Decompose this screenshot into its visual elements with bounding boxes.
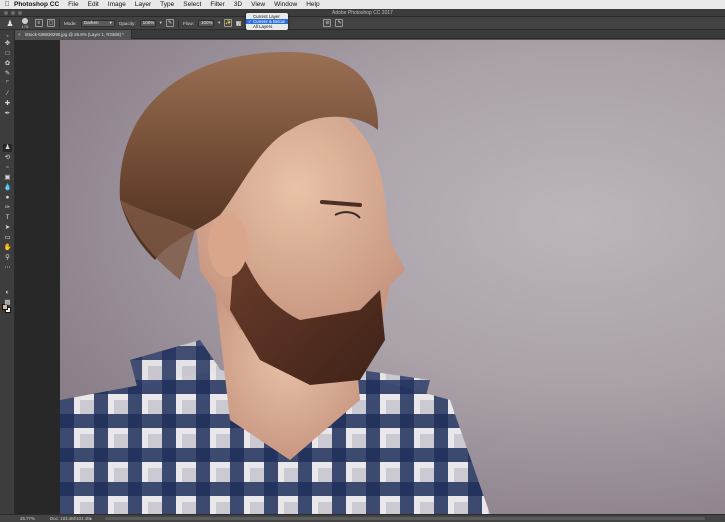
mode-label: Mode:: [64, 20, 77, 26]
portrait-photo: [60, 51, 490, 514]
opacity-label: Opacity:: [118, 20, 136, 26]
menu-type[interactable]: Type: [160, 1, 174, 8]
blur-icon[interactable]: 💧: [3, 184, 12, 192]
brush-settings-icon[interactable]: ≡: [35, 19, 43, 27]
divider: [177, 18, 179, 28]
opacity-value: 100%: [142, 20, 155, 25]
menu-help[interactable]: Help: [306, 1, 319, 8]
mode-dropdown[interactable]: Darken ▾: [80, 19, 115, 27]
quick-mask-icon[interactable]: ◐: [3, 289, 12, 297]
clone-stamp-preset-icon[interactable]: ♟: [5, 18, 15, 28]
menu-view[interactable]: View: [251, 1, 265, 8]
horizontal-scrollbar[interactable]: [105, 517, 705, 520]
move-icon[interactable]: ✥: [3, 40, 12, 48]
clone-stamp-icon[interactable]: ♟: [3, 144, 12, 152]
brush-size-value: 175: [21, 23, 29, 29]
type-icon[interactable]: T: [3, 214, 12, 222]
sample-option-all-layers[interactable]: All Layers: [246, 24, 288, 29]
flow-value: 100%: [200, 20, 213, 25]
lasso-icon[interactable]: ✿: [3, 60, 12, 68]
pressure-opacity-icon[interactable]: ✎: [165, 19, 174, 27]
quick-select-icon[interactable]: ✎: [3, 70, 12, 78]
document-size: Doc: 103.4M/103.4M: [50, 516, 91, 521]
hand-icon[interactable]: ✋: [3, 244, 12, 252]
window-title: Adobe Photoshop CC 2017: [332, 10, 393, 16]
opacity-field[interactable]: 100%: [139, 19, 156, 27]
menu-layer[interactable]: Layer: [135, 1, 151, 8]
divider: [59, 18, 60, 28]
title-bar: Adobe Photoshop CC 2017: [0, 9, 725, 17]
flow-field[interactable]: 100%: [197, 19, 214, 27]
menu-window[interactable]: Window: [274, 1, 297, 8]
mode-value: Darken: [83, 20, 99, 25]
flow-label: Flow:: [182, 20, 194, 26]
chevron-down-icon[interactable]: ▾: [218, 20, 220, 26]
eraser-icon[interactable]: ▫: [3, 164, 12, 172]
shape-icon[interactable]: ▭: [3, 234, 12, 242]
brush-icon[interactable]: ✒: [3, 110, 12, 118]
tools-panel: » ✥ □ ✿ ✎ ⌜ ⁄ ✚ ✒ ♟ ⟲ ▫ ▣ 💧 ● ✑ T ➤ ▭ ✋ …: [0, 30, 15, 514]
status-menu-icon[interactable]: ▸: [90, 515, 92, 522]
clone-source-icon[interactable]: ▢: [47, 19, 55, 27]
menu-file[interactable]: File: [68, 1, 78, 8]
document-tab-bar: × iStock-636830290.jpg @ 26.8% (Layer 1,…: [15, 30, 725, 39]
document-canvas[interactable]: [60, 40, 725, 514]
menu-edit[interactable]: Edit: [88, 1, 99, 8]
path-select-icon[interactable]: ➤: [3, 224, 12, 232]
menu-3d[interactable]: 3D: [234, 1, 242, 8]
status-bar: 26.77% Doc: 103.4M/103.4M ▸: [0, 514, 725, 522]
sample-option-label: All Layers: [253, 24, 273, 29]
chevron-down-icon[interactable]: ▾: [160, 20, 162, 26]
pasteboard: [15, 40, 60, 514]
screen-mode-icon[interactable]: ▩: [3, 299, 12, 307]
sample-dropdown-menu: Current Layer ✓ Current & Below All Laye…: [246, 13, 288, 30]
history-brush-icon[interactable]: ⟲: [3, 154, 12, 162]
zoom-icon[interactable]: ⚲: [3, 254, 12, 262]
healing-icon[interactable]: ✚: [3, 100, 12, 108]
crop-icon[interactable]: ⌜: [3, 80, 12, 88]
menu-image[interactable]: Image: [108, 1, 126, 8]
chevron-down-icon: ▾: [109, 20, 112, 25]
menu-bar:  Photoshop CC File Edit Image Layer Typ…: [0, 0, 725, 9]
photoshop-window:  Photoshop CC File Edit Image Layer Typ…: [0, 0, 725, 522]
marquee-icon[interactable]: □: [3, 50, 12, 58]
airbrush-icon[interactable]: ✨: [224, 19, 233, 27]
ignore-adjustment-layers-icon[interactable]: ⊘: [323, 19, 332, 27]
aligned-checkbox[interactable]: ✓: [236, 20, 242, 26]
brush-preset-picker[interactable]: 175: [19, 17, 31, 29]
zoom-level[interactable]: 26.77%: [20, 515, 35, 522]
pressure-size-icon[interactable]: ✎: [335, 19, 344, 27]
pen-icon[interactable]: ✑: [3, 204, 12, 212]
dodge-icon[interactable]: ●: [3, 194, 12, 202]
eyedropper-icon[interactable]: ⁄: [3, 90, 12, 98]
close-icon[interactable]: ×: [18, 32, 21, 37]
menu-app-name[interactable]: Photoshop CC: [14, 1, 59, 8]
options-bar: ♟ 175 ≡ ▢ Mode: Darken ▾ Opacity: 100% ▾…: [0, 17, 725, 30]
more-icon[interactable]: ⋯: [3, 264, 12, 272]
menu-select[interactable]: Select: [183, 1, 201, 8]
document-tab[interactable]: × iStock-636830290.jpg @ 26.8% (Layer 1,…: [15, 30, 132, 39]
document-tab-title: iStock-636830290.jpg @ 26.8% (Layer 1, R…: [24, 32, 124, 37]
apple-icon[interactable]: : [0, 1, 14, 8]
collapse-panel-icon[interactable]: »: [3, 32, 12, 40]
menu-filter[interactable]: Filter: [210, 1, 224, 8]
gradient-icon[interactable]: ▣: [3, 174, 12, 182]
